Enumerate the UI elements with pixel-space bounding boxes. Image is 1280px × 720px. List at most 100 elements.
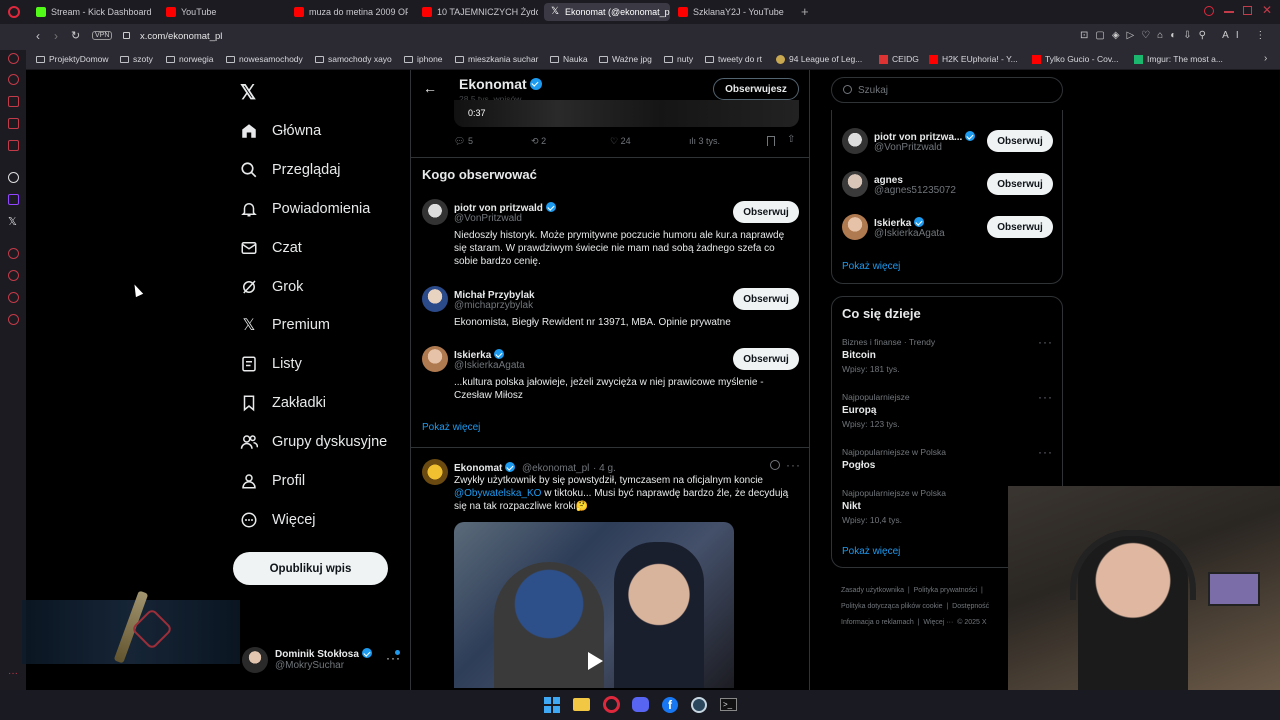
tweet-time[interactable]: · 4 g. xyxy=(593,463,616,474)
tab-kick-dashboard[interactable]: Stream - Kick Dashboard xyxy=(30,3,158,21)
bookmark-link[interactable]: Tylko Gucio - Cov... xyxy=(1032,54,1119,64)
nav-lists[interactable]: Listy xyxy=(240,349,302,379)
chevron-right-icon[interactable]: › xyxy=(1264,53,1267,64)
trend-item[interactable]: Najpopularniejsze Europą Wpisy: 123 tys.… xyxy=(842,390,1054,432)
follow-button[interactable]: Obserwuj xyxy=(733,348,799,370)
bookmark-link[interactable]: 94 League of Leg... xyxy=(776,54,862,64)
bookmark-folder[interactable]: szoty xyxy=(120,54,153,64)
show-more-link[interactable]: Pokaż więcej xyxy=(422,422,480,433)
follow-button[interactable]: Obserwuj xyxy=(987,130,1053,152)
follow-button[interactable]: Obserwuj xyxy=(987,216,1053,238)
footer-link[interactable]: Informacja o reklamach xyxy=(841,619,914,626)
facebook-icon[interactable]: f xyxy=(662,697,678,713)
tab-youtube[interactable]: YouTube xyxy=(160,3,280,21)
trend-item[interactable]: Najpopularniejsze w Polska Pogłos ··· xyxy=(842,445,1054,477)
nav-grok[interactable]: Grok xyxy=(240,272,303,302)
footer-link[interactable]: Polityka prywatności xyxy=(914,587,977,594)
bookmark-folder[interactable]: nuty xyxy=(664,54,693,64)
bookmark-folder[interactable]: tweety do rt xyxy=(705,54,762,64)
trend-more-icon[interactable]: ··· xyxy=(1038,445,1053,459)
avatar[interactable] xyxy=(842,128,868,154)
bookmark-folder[interactable]: Ważne jpg xyxy=(599,54,652,64)
repost-button[interactable]: ⟲ 2 xyxy=(531,136,546,147)
avatar[interactable] xyxy=(422,459,448,485)
bookmark-link[interactable]: H2K EUphoria! - Y... xyxy=(929,54,1018,64)
bookmark-folder[interactable]: samochody xayo xyxy=(315,54,392,64)
maximize-icon[interactable] xyxy=(1243,6,1252,15)
tweet-more-icon[interactable]: ··· xyxy=(786,458,801,472)
follow-button[interactable]: Obserwuj xyxy=(987,173,1053,195)
show-more-link[interactable]: Pokaż więcej xyxy=(842,546,900,557)
tab-tajemniczych[interactable]: 10 TAJEMNICZYCH Żydów xyxy=(416,3,538,21)
x-logo-icon[interactable]: 𝕏 xyxy=(240,80,256,105)
tweet-author-handle[interactable]: @ekonomat_pl xyxy=(522,463,589,474)
nav-home[interactable]: Główna xyxy=(240,116,321,146)
bookmark-folder[interactable]: ProjektyDomow xyxy=(36,54,109,64)
close-window-icon[interactable]: ✕ xyxy=(1262,3,1272,17)
twitch-icon[interactable] xyxy=(8,194,19,205)
back-arrow-icon[interactable]: ← xyxy=(423,80,437,96)
avatar[interactable] xyxy=(422,199,448,225)
play-icon[interactable] xyxy=(588,652,603,670)
back-icon[interactable]: ‹ xyxy=(36,29,40,43)
avatar[interactable] xyxy=(422,286,448,312)
sidebar-app-icon[interactable] xyxy=(8,74,19,85)
sidebar-app-icon[interactable] xyxy=(8,118,19,129)
footer-link[interactable]: Więcej ··· xyxy=(923,619,953,626)
avatar[interactable] xyxy=(842,214,868,240)
footer-link[interactable]: Zasady użytkownika xyxy=(841,587,904,594)
avatar[interactable] xyxy=(842,171,868,197)
tab-ekonomat[interactable]: 𝕏 Ekonomat (@ekonomat_p xyxy=(544,3,670,21)
sidebar-app-icon[interactable] xyxy=(8,248,19,259)
chatgpt-icon[interactable] xyxy=(8,172,19,183)
account-switcher[interactable]: Dominik Stokłosa @MokrySuchar ··· xyxy=(240,645,406,675)
settings-icon[interactable] xyxy=(8,314,19,325)
nav-explore[interactable]: Przeglądaj xyxy=(240,155,341,185)
sidebar-app-icon[interactable] xyxy=(8,140,19,151)
sidebar-app-icon[interactable] xyxy=(8,292,19,303)
grok-icon[interactable] xyxy=(770,460,780,470)
tweet-author-name[interactable]: Ekonomat xyxy=(454,463,502,474)
bookmark-folder[interactable]: Nauka xyxy=(550,54,588,64)
following-button[interactable]: Obserwujesz xyxy=(713,78,799,100)
steam-icon[interactable] xyxy=(691,697,707,713)
tweet-video[interactable] xyxy=(454,522,734,688)
terminal-icon[interactable]: >_ xyxy=(720,698,737,711)
avatar[interactable] xyxy=(422,346,448,372)
vpn-badge[interactable]: VPN xyxy=(92,31,113,40)
url-field[interactable]: x.com/ekonomat_pl xyxy=(140,31,222,42)
footer-link[interactable]: Polityka dotycząca plików cookie xyxy=(841,603,943,610)
nav-more[interactable]: Więcej xyxy=(240,505,316,535)
nav-communities[interactable]: Grupy dyskusyjne xyxy=(240,427,387,457)
nav-chat[interactable]: Czat xyxy=(240,233,302,263)
discord-icon[interactable] xyxy=(632,697,649,712)
tab-szklana[interactable]: SzklanaY2J - YouTube xyxy=(672,3,792,21)
windows-start-icon[interactable] xyxy=(544,697,560,713)
post-button[interactable]: Opublikuj wpis xyxy=(233,552,388,585)
mention-link[interactable]: @Obywatelska_KO xyxy=(454,488,541,499)
more-icon[interactable]: ··· xyxy=(8,668,18,679)
nav-notifications[interactable]: Powiadomienia xyxy=(240,194,370,224)
trend-item[interactable]: Biznes i finanse · Trendy Bitcoin Wpisy:… xyxy=(842,335,1054,377)
reply-button[interactable]: 💬︎ 5 xyxy=(454,136,473,147)
nav-premium[interactable]: 𝕏 Premium xyxy=(240,310,330,340)
share-icon[interactable]: ⇧ xyxy=(787,134,795,145)
bookmark-link[interactable]: CEIDG xyxy=(879,54,919,64)
views-button[interactable]: ılı 3 tys. xyxy=(689,136,720,146)
follow-button[interactable]: Obserwuj xyxy=(733,201,799,223)
footer-link[interactable]: Dostępność xyxy=(952,603,989,610)
follow-button[interactable]: Obserwuj xyxy=(733,288,799,310)
like-button[interactable]: ♡ 24 xyxy=(610,136,631,147)
tab-muza[interactable]: muza do metina 2009 OF xyxy=(288,3,408,21)
x-logo-icon[interactable]: 𝕏 xyxy=(8,215,17,228)
trend-more-icon[interactable]: ··· xyxy=(1038,335,1053,349)
video-thumbnail[interactable]: 0:37 xyxy=(454,100,799,127)
search-tabs-icon[interactable] xyxy=(1204,6,1214,16)
bookmark-folder[interactable]: norwegia xyxy=(166,54,214,64)
bookmark-folder[interactable]: iphone xyxy=(404,54,443,64)
nav-profile[interactable]: Profil xyxy=(240,466,305,496)
new-tab-icon[interactable]: + xyxy=(801,4,809,19)
forward-icon[interactable]: › xyxy=(54,29,58,43)
file-explorer-icon[interactable] xyxy=(573,698,590,711)
history-icon[interactable] xyxy=(8,270,19,281)
